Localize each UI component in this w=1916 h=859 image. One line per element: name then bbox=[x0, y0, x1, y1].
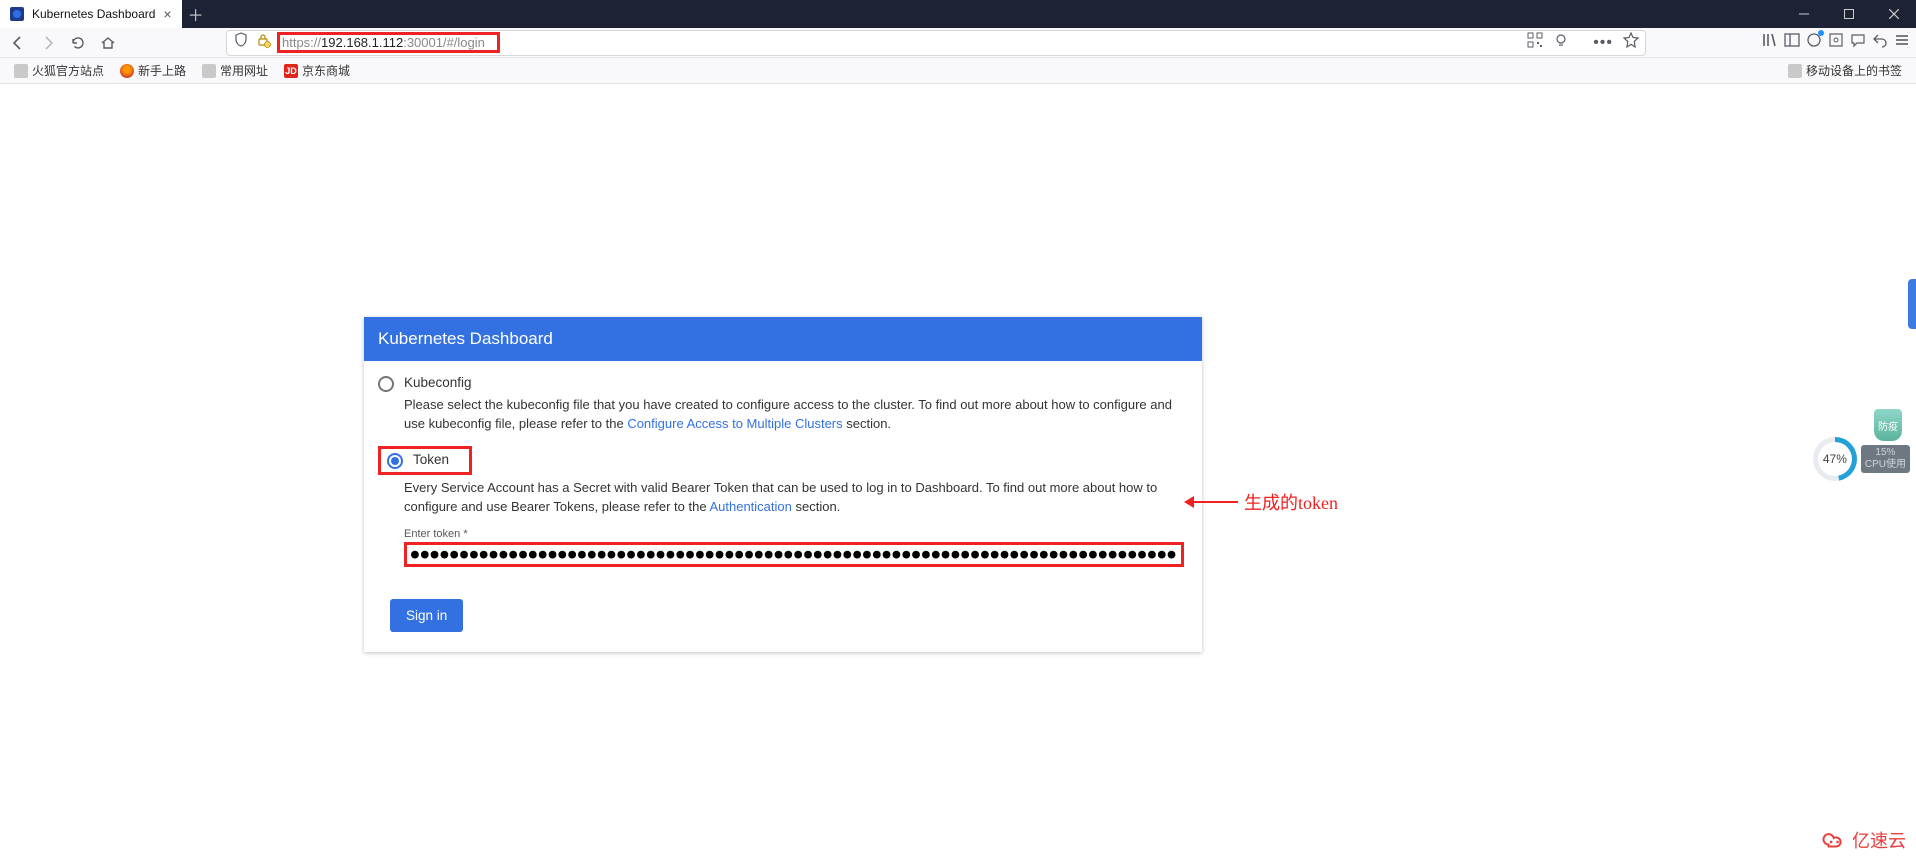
lightbulb-icon[interactable] bbox=[1553, 32, 1569, 53]
bookmark-item-getting-started[interactable]: 新手上路 bbox=[114, 60, 192, 81]
option-token[interactable]: Token bbox=[387, 452, 449, 469]
option-kubeconfig[interactable]: Kubeconfig bbox=[378, 375, 1188, 392]
page-actions-ellipsis[interactable]: ••• bbox=[1593, 34, 1613, 52]
kubeconfig-description: Please select the kubeconfig file that y… bbox=[404, 396, 1188, 434]
url-bar[interactable]: https://192.168.1.112:30001/#/login ••• bbox=[226, 30, 1646, 56]
link-authentication[interactable]: Authentication bbox=[709, 499, 791, 514]
sidebar-icon[interactable] bbox=[1784, 32, 1800, 53]
tab-title: Kubernetes Dashboard bbox=[32, 7, 155, 21]
bookmark-item-common-sites[interactable]: 常用网址 bbox=[196, 60, 274, 81]
content-scroll-handle[interactable] bbox=[1908, 279, 1916, 329]
browser-tab-active[interactable]: Kubernetes Dashboard × bbox=[0, 0, 182, 28]
jd-icon: JD bbox=[284, 64, 298, 78]
brand-name: 亿速云 bbox=[1852, 827, 1906, 853]
bookmark-label: 火狐官方站点 bbox=[32, 62, 104, 79]
option-kubeconfig-label: Kubeconfig bbox=[404, 375, 472, 390]
chat-icon[interactable] bbox=[1850, 32, 1866, 53]
token-input-highlight: ●●●●●●●●●●●●●●●●●●●●●●●●●●●●●●●●●●●●●●●●… bbox=[404, 542, 1184, 567]
cpu-percent: 47% bbox=[1823, 452, 1847, 466]
bookmark-star-icon[interactable] bbox=[1623, 32, 1639, 53]
tracking-shield-icon[interactable] bbox=[233, 32, 249, 53]
tab-favicon bbox=[10, 7, 24, 21]
window-maximize-button[interactable] bbox=[1826, 0, 1871, 28]
token-field-label: Enter token * bbox=[404, 528, 1188, 540]
nav-home-button[interactable] bbox=[96, 31, 120, 55]
bookmark-label: 新手上路 bbox=[138, 62, 186, 79]
option-token-label: Token bbox=[413, 452, 449, 467]
lock-warning-icon[interactable] bbox=[255, 32, 271, 53]
qr-icon[interactable] bbox=[1527, 32, 1543, 53]
cpu-ring-icon: 47% bbox=[1813, 437, 1857, 481]
browser-titlebar: Kubernetes Dashboard × ＋ bbox=[0, 0, 1916, 28]
app-menu-icon[interactable] bbox=[1894, 32, 1910, 53]
sign-in-button[interactable]: Sign in bbox=[390, 599, 463, 632]
cpu-usage-label: CPU使用 bbox=[1865, 459, 1906, 471]
bookmark-label: 常用网址 bbox=[220, 62, 268, 79]
url-text: https://192.168.1.112:30001/#/login bbox=[277, 32, 500, 53]
nav-reload-button[interactable] bbox=[66, 31, 90, 55]
token-field: Enter token * ●●●●●●●●●●●●●●●●●●●●●●●●●●… bbox=[404, 528, 1188, 567]
page-content: Kubernetes Dashboard Kubeconfig Please s… bbox=[0, 84, 1916, 859]
token-input[interactable]: ●●●●●●●●●●●●●●●●●●●●●●●●●●●●●●●●●●●●●●●●… bbox=[411, 547, 1177, 562]
window-minimize-button[interactable] bbox=[1781, 0, 1826, 28]
annotation-text: 生成的token bbox=[1244, 489, 1338, 515]
window-controls bbox=[1781, 0, 1916, 28]
tab-close-icon[interactable]: × bbox=[163, 7, 171, 21]
system-monitor-widget[interactable]: 47% 15% CPU使用 bbox=[1813, 437, 1910, 481]
cpu-usage-box: 15% CPU使用 bbox=[1861, 445, 1910, 473]
login-card: Kubernetes Dashboard Kubeconfig Please s… bbox=[364, 317, 1202, 652]
folder-icon bbox=[202, 64, 216, 78]
radio-kubeconfig[interactable] bbox=[378, 376, 394, 392]
bookmark-item-mobile[interactable]: 移动设备上的书签 bbox=[1782, 60, 1908, 81]
folder-icon bbox=[1788, 64, 1802, 78]
bookmark-label: 京东商城 bbox=[302, 62, 350, 79]
bookmarks-toolbar: 火狐官方站点 新手上路 常用网址 JD 京东商城 移动设备上的书签 bbox=[0, 58, 1916, 84]
link-configure-clusters[interactable]: Configure Access to Multiple Clusters bbox=[627, 416, 842, 431]
radio-token[interactable] bbox=[387, 453, 403, 469]
firefox-icon bbox=[120, 64, 134, 78]
brand-watermark: 亿速云 bbox=[1822, 827, 1906, 853]
option-token-row: Token bbox=[378, 446, 1188, 475]
bookmark-item-jd[interactable]: JD 京东商城 bbox=[278, 60, 356, 81]
card-title: Kubernetes Dashboard bbox=[364, 317, 1202, 361]
folder-icon bbox=[14, 64, 28, 78]
toolbar-right bbox=[1762, 32, 1910, 53]
browser-navbar: https://192.168.1.112:30001/#/login ••• bbox=[0, 28, 1916, 58]
brand-logo-icon bbox=[1822, 830, 1848, 850]
notification-icon[interactable] bbox=[1806, 32, 1822, 53]
bookmark-label: 移动设备上的书签 bbox=[1806, 62, 1902, 79]
library-icon[interactable] bbox=[1762, 32, 1778, 53]
token-description: Every Service Account has a Secret with … bbox=[404, 479, 1188, 517]
bookmark-item-firefox-official[interactable]: 火狐官方站点 bbox=[8, 60, 110, 81]
undo-icon[interactable] bbox=[1872, 32, 1888, 53]
extension-icon[interactable] bbox=[1828, 32, 1844, 53]
new-tab-button[interactable]: ＋ bbox=[182, 0, 210, 28]
annotation-arrow: 生成的token bbox=[1184, 489, 1338, 515]
nav-forward-button[interactable] bbox=[36, 31, 60, 55]
window-close-button[interactable] bbox=[1871, 0, 1916, 28]
nav-back-button[interactable] bbox=[6, 31, 30, 55]
cpu-usage-value: 15% bbox=[1865, 447, 1906, 459]
